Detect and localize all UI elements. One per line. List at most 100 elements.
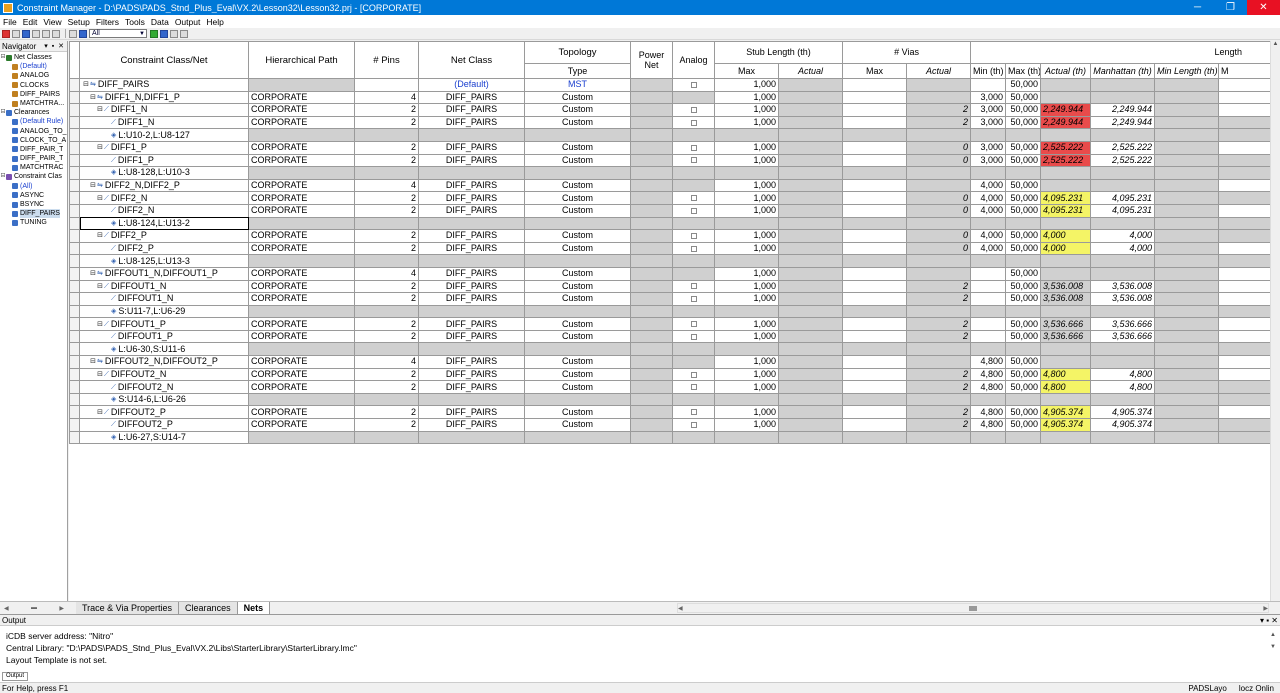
- cell-length-actual[interactable]: 3,536.666: [1040, 329, 1092, 344]
- cell-length-actual[interactable]: [1040, 266, 1092, 281]
- cell-stub-actual[interactable]: [777, 266, 844, 281]
- cell-vias-max[interactable]: [842, 78, 908, 92]
- cell-empty[interactable]: [524, 430, 631, 445]
- cell-min-length[interactable]: [1154, 329, 1220, 344]
- analog-checkbox[interactable]: [690, 245, 697, 252]
- cell-length-actual[interactable]: 2,249.944: [1040, 115, 1092, 130]
- col-constraint-class-net[interactable]: Constraint Class/Net: [79, 41, 249, 79]
- cell-empty[interactable]: [1005, 128, 1042, 142]
- tab-clearances[interactable]: Clearances: [179, 602, 238, 614]
- row-header[interactable]: [69, 103, 80, 117]
- cell-empty[interactable]: [248, 392, 355, 407]
- cell-stub-max[interactable]: 1,000: [714, 405, 779, 420]
- cell-length-max[interactable]: 50,000: [1005, 292, 1042, 306]
- navigator-item[interactable]: ANALOG: [0, 71, 67, 80]
- cell-empty[interactable]: [1090, 254, 1156, 268]
- cell-length-actual[interactable]: 4,905.374: [1040, 405, 1092, 420]
- row-header[interactable]: [69, 266, 80, 281]
- cell-hier-path[interactable]: CORPORATE: [248, 115, 355, 130]
- row-header[interactable]: [69, 166, 80, 180]
- cell-stub-actual[interactable]: [777, 241, 844, 256]
- cell-topology-type[interactable]: Custom: [524, 140, 631, 155]
- cell-min-length[interactable]: [1154, 279, 1220, 294]
- col-length-actual[interactable]: Actual (th): [1040, 63, 1092, 79]
- cell-hier-path[interactable]: CORPORATE: [248, 405, 355, 420]
- expand-toggle-icon[interactable]: ⊟: [96, 105, 104, 116]
- expand-toggle-icon[interactable]: ⊟: [96, 281, 104, 292]
- cell-length-actual[interactable]: [1040, 355, 1092, 369]
- cell-net-class[interactable]: DIFF_PAIRS: [418, 178, 525, 193]
- cell-net-class[interactable]: DIFF_PAIRS: [418, 115, 525, 130]
- cell-length-min[interactable]: [970, 266, 1007, 281]
- cell-analog[interactable]: [672, 178, 715, 193]
- cell-pins[interactable]: 2: [354, 191, 419, 205]
- cell-length-max[interactable]: 50,000: [1005, 203, 1042, 218]
- cell-min-length[interactable]: [1154, 405, 1220, 420]
- cell-name[interactable]: ◈ L:U8-128,L:U10-3: [79, 166, 249, 180]
- cell-stub-actual[interactable]: [777, 292, 844, 306]
- cell-vias-max[interactable]: [842, 317, 908, 331]
- cell-empty[interactable]: [354, 166, 419, 180]
- close-button[interactable]: ✕: [1247, 0, 1280, 15]
- cell-empty[interactable]: [354, 392, 419, 407]
- cell-vias-actual[interactable]: 2: [906, 115, 972, 130]
- table-row[interactable]: ⊟ ⟋ DIFFOUT2_P CORPORATE 2 DIFF_PAIRS Custom 1,…: [69, 405, 1280, 420]
- cell-length-min[interactable]: [970, 292, 1007, 306]
- cell-stub-actual[interactable]: [777, 405, 844, 420]
- cell-empty[interactable]: [630, 254, 673, 268]
- cell-analog[interactable]: [672, 329, 715, 344]
- cell-name[interactable]: ⊟ ⟋ DIFFOUT1_P: [79, 317, 249, 331]
- cell-name[interactable]: ⟋ DIFF1_N: [79, 115, 249, 130]
- cell-name[interactable]: ⟋ DIFFOUT1_N: [79, 292, 249, 306]
- table-row[interactable]: ◈ S:U11-7,L:U6-29: [69, 304, 1280, 319]
- expand-toggle-icon[interactable]: ⊟: [82, 79, 90, 90]
- row-header[interactable]: [69, 153, 80, 168]
- grid-icon[interactable]: [150, 29, 158, 38]
- row-header[interactable]: [69, 380, 80, 394]
- cell-stub-actual[interactable]: [777, 418, 844, 432]
- col-vias-max[interactable]: Max: [842, 63, 908, 79]
- expand-toggle-icon[interactable]: ⊟: [96, 193, 104, 204]
- table-row[interactable]: ◈ L:U6-30,S:U11-6: [69, 342, 1280, 357]
- cell-pins[interactable]: 2: [354, 229, 419, 243]
- cell-empty[interactable]: [777, 254, 844, 268]
- table-row[interactable]: ⊟ ⇋ DIFFOUT2_N,DIFFOUT2_P CORPORATE 4 DIFF_PA…: [69, 355, 1280, 369]
- cell-length-manhattan[interactable]: 3,536.666: [1090, 329, 1156, 344]
- cell-analog[interactable]: [672, 78, 715, 92]
- cell-name[interactable]: ⊟ ⟋ DIFF2_P: [79, 229, 249, 243]
- cell-power-net[interactable]: [630, 317, 673, 331]
- cell-stub-actual[interactable]: [777, 191, 844, 205]
- cell-empty[interactable]: [1005, 216, 1042, 231]
- row-header[interactable]: [69, 254, 80, 268]
- cell-min-length[interactable]: [1154, 191, 1220, 205]
- cell-empty[interactable]: [524, 392, 631, 407]
- cell-empty[interactable]: [672, 166, 715, 180]
- row-header[interactable]: [69, 140, 80, 155]
- cell-vias-max[interactable]: [842, 153, 908, 168]
- cell-pins[interactable]: 2: [354, 241, 419, 256]
- cell-empty[interactable]: [1090, 342, 1156, 357]
- cell-analog[interactable]: [672, 367, 715, 382]
- cell-length-max[interactable]: 50,000: [1005, 140, 1042, 155]
- analog-checkbox[interactable]: [690, 107, 697, 114]
- cell-hier-path[interactable]: CORPORATE: [248, 229, 355, 243]
- row-header[interactable]: [69, 191, 80, 205]
- cell-empty[interactable]: [1154, 304, 1220, 319]
- analog-checkbox[interactable]: [690, 81, 697, 88]
- cell-empty[interactable]: [1090, 128, 1156, 142]
- cell-name[interactable]: ⟋ DIFFOUT2_N: [79, 380, 249, 394]
- table-row[interactable]: ◈ L:U8-128,L:U10-3: [69, 166, 1280, 180]
- cell-net-class[interactable]: DIFF_PAIRS: [418, 279, 525, 294]
- navigator-item[interactable]: ASYNC: [0, 191, 67, 200]
- cell-analog[interactable]: [672, 90, 715, 105]
- navigator-item[interactable]: (Default Rule): [0, 117, 67, 126]
- cell-stub-max[interactable]: 1,000: [714, 103, 779, 117]
- cell-length-min[interactable]: 4,800: [970, 405, 1007, 420]
- filter-icon[interactable]: [79, 29, 87, 38]
- table-row[interactable]: ⊟ ⇋ DIFF2_N,DIFF2_P CORPORATE 4 DIFF_PAIRS Cus…: [69, 178, 1280, 193]
- cell-empty[interactable]: [418, 342, 525, 357]
- cell-vias-actual[interactable]: [906, 90, 972, 105]
- cell-vias-actual[interactable]: [906, 178, 972, 193]
- cell-empty[interactable]: [714, 392, 779, 407]
- cell-empty[interactable]: [1154, 128, 1220, 142]
